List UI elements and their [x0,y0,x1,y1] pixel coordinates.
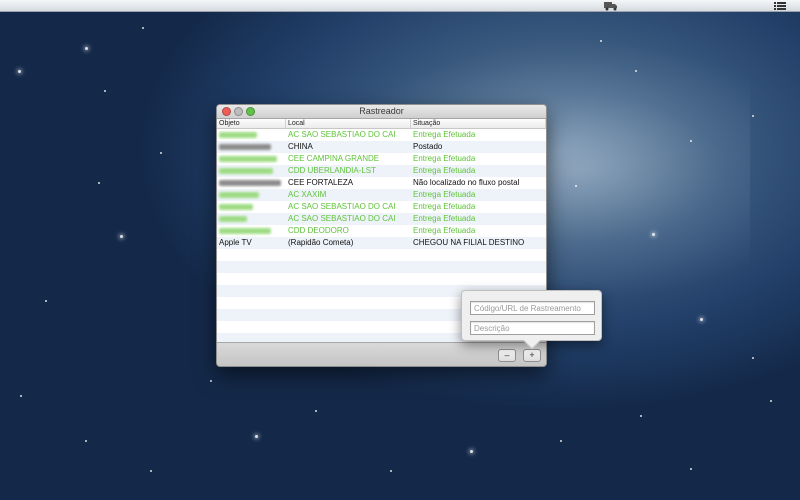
star [85,47,88,50]
redacted-tracking-code [219,179,281,186]
redacted-tracking-code [219,215,247,222]
star [18,70,21,73]
situacao-cell: Entrega Efetuada [413,154,476,163]
star [752,357,754,359]
add-tracking-popover [461,290,602,350]
local-cell: CDD UBERLANDIA-LST [288,166,377,175]
star [752,115,754,117]
table-row[interactable]: AC SAO SEBASTIAO DO CAI Entrega Efetuada [217,201,546,213]
redacted-tracking-code [219,191,259,198]
redacted-tracking-code [219,155,277,162]
star [690,468,692,470]
redacted-tracking-code [219,143,271,150]
star [690,140,692,142]
star [45,300,47,302]
situacao-cell: Entrega Efetuada [413,190,476,199]
add-item-button[interactable]: + [523,349,541,362]
objeto-cell [217,153,286,165]
description-field[interactable] [470,321,595,335]
local-cell: CEE CAMPINA GRANDE [288,154,380,163]
star [700,318,703,321]
empty-row [217,261,546,273]
column-header-local[interactable]: Local [286,119,411,128]
title-bar[interactable]: Rastreador [217,105,546,119]
star [600,40,602,42]
empty-row [217,249,546,261]
situacao-cell: CHEGOU NA FILIAL DESTINO [413,238,525,247]
star [160,152,162,154]
menu-bar [0,0,800,12]
star [652,233,655,236]
table-row[interactable]: Apple TV (Rapidão Cometa) CHEGOU NA FILIAL… [217,237,546,249]
situacao-cell: Não localizado no fluxo postal [413,178,520,187]
objeto-cell: Apple TV [219,238,252,247]
situacao-cell: Entrega Efetuada [413,214,476,223]
situacao-cell: Postado [413,142,443,151]
window-title: Rastreador [359,106,404,116]
star [210,380,212,382]
tracking-code-field[interactable] [470,301,595,315]
empty-row [217,273,546,285]
local-cell: CEE FORTALEZA [288,178,354,187]
objeto-cell [217,177,286,189]
situacao-cell: Entrega Efetuada [413,166,476,175]
table-row[interactable]: CDD UBERLANDIA-LST Entrega Efetuada [217,165,546,177]
table-row[interactable]: AC SAO SEBASTIAO DO CAI Entrega Efetuada [217,213,546,225]
table-row[interactable]: CDD DEODORO Entrega Efetuada [217,225,546,237]
table-row[interactable]: CHINA Postado [217,141,546,153]
star [640,415,642,417]
truck-icon[interactable] [604,1,618,11]
table-row[interactable]: AC SAO SEBASTIAO DO CAI Entrega Efetuada [217,129,546,141]
list-icon[interactable] [774,1,786,11]
local-cell: AC SAO SEBASTIAO DO CAI [288,202,396,211]
objeto-cell [217,225,286,237]
table-header: Objeto Local Situação [217,119,546,129]
column-header-objeto[interactable]: Objeto [217,119,286,128]
star [120,235,123,238]
star [770,400,772,402]
objeto-cell [217,141,286,153]
objeto-cell [217,129,286,141]
star [575,185,577,187]
star [315,410,317,412]
star [104,90,106,92]
star [20,395,22,397]
star [85,440,87,442]
objeto-cell [217,165,286,177]
situacao-cell: Entrega Efetuada [413,226,476,235]
redacted-tracking-code [219,167,273,174]
local-cell: CHINA [288,142,313,151]
objeto-cell [217,189,286,201]
situacao-cell: Entrega Efetuada [413,202,476,211]
redacted-tracking-code [219,227,271,234]
local-cell: AC SAO SEBASTIAO DO CAI [288,214,396,223]
column-header-situacao[interactable]: Situação [411,119,546,128]
objeto-cell [217,201,286,213]
star [150,470,152,472]
redacted-tracking-code [219,131,257,138]
table-row[interactable]: CEE FORTALEZA Não localizado no fluxo pos… [217,177,546,189]
table-row[interactable]: CEE CAMPINA GRANDE Entrega Efetuada [217,153,546,165]
situacao-cell: Entrega Efetuada [413,130,476,139]
table-row[interactable]: AC XAXIM Entrega Efetuada [217,189,546,201]
local-cell: CDD DEODORO [288,226,349,235]
star [98,182,100,184]
star [390,470,392,472]
objeto-cell [217,213,286,225]
star [635,70,637,72]
star [142,27,144,29]
remove-item-button[interactable]: – [498,349,516,362]
local-cell: AC XAXIM [288,190,327,199]
local-cell: (Rapidão Cometa) [288,238,354,247]
star [255,435,258,438]
redacted-tracking-code [219,203,253,210]
bottom-bar: – + [217,342,546,366]
star [470,450,473,453]
star [560,440,562,442]
local-cell: AC SAO SEBASTIAO DO CAI [288,130,396,139]
